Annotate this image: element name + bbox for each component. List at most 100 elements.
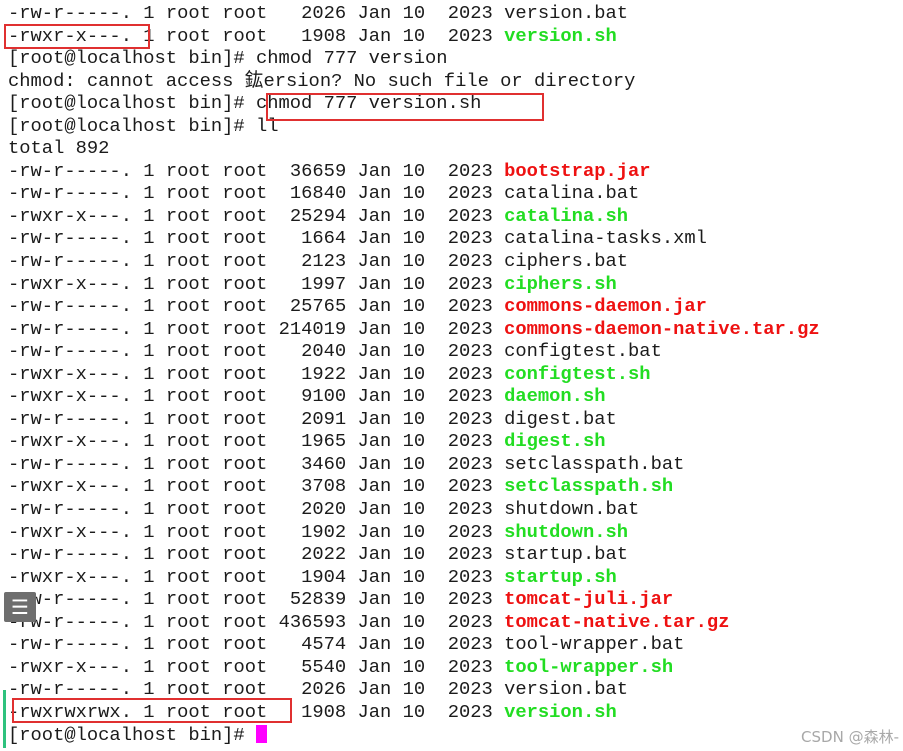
file-month: Jan bbox=[357, 610, 392, 633]
file-size: 1908 bbox=[301, 700, 347, 723]
file-owner: root bbox=[165, 24, 211, 47]
file-month: Jan bbox=[357, 385, 392, 408]
file-day: 10 bbox=[402, 204, 426, 227]
terminal-output[interactable]: -rw-r-----. 1 root root 2026 Jan 10 2023… bbox=[8, 2, 903, 746]
file-owner: root bbox=[165, 543, 211, 566]
file-permissions: -rwxr-x---. bbox=[8, 362, 132, 385]
file-permissions: -rwxr-x---. bbox=[8, 565, 132, 588]
file-listing-row: -rw-r-----. 1 root root 2040 Jan 10 2023… bbox=[8, 340, 903, 363]
file-link-count: 1 bbox=[143, 295, 155, 318]
terminal-text: [root@localhost bin]# chmod 777 version.… bbox=[8, 92, 482, 115]
file-listing-row: -rw-r-----. 1 root root 25765 Jan 10 202… bbox=[8, 295, 903, 318]
file-link-count: 1 bbox=[143, 565, 155, 588]
file-day: 10 bbox=[402, 520, 426, 543]
file-owner: root bbox=[165, 655, 211, 678]
file-owner: root bbox=[165, 588, 211, 611]
file-day: 10 bbox=[402, 385, 426, 408]
file-owner: root bbox=[165, 159, 211, 182]
file-group: root bbox=[222, 362, 268, 385]
file-link-count: 1 bbox=[143, 362, 155, 385]
file-link-count: 1 bbox=[143, 588, 155, 611]
menu-icon[interactable]: ☰ bbox=[4, 592, 36, 622]
file-permissions: -rwxr-x---. bbox=[8, 272, 132, 295]
file-group: root bbox=[222, 159, 268, 182]
file-permissions: -rwxr-x---. bbox=[8, 655, 132, 678]
file-month: Jan bbox=[357, 159, 392, 182]
file-owner: root bbox=[165, 430, 211, 453]
file-owner: root bbox=[165, 385, 211, 408]
file-name: digest.bat bbox=[504, 407, 617, 430]
file-name: tool-wrapper.sh bbox=[504, 655, 674, 678]
terminal-text: [root@localhost bin]# ll bbox=[8, 114, 279, 137]
file-name: catalina.bat bbox=[504, 182, 640, 205]
file-owner: root bbox=[165, 362, 211, 385]
terminal-text-line: [root@localhost bin]# ll bbox=[8, 115, 903, 138]
file-size: 2040 bbox=[301, 340, 347, 363]
file-day: 10 bbox=[402, 340, 426, 363]
file-link-count: 1 bbox=[143, 475, 155, 498]
file-group: root bbox=[222, 2, 268, 24]
file-day: 10 bbox=[402, 678, 426, 701]
file-day: 10 bbox=[402, 588, 426, 611]
file-name: tomcat-juli.jar bbox=[504, 588, 674, 611]
file-day: 10 bbox=[402, 182, 426, 205]
file-year: 2023 bbox=[447, 317, 493, 340]
terminal-text-line: total 892 bbox=[8, 137, 903, 160]
file-size: 1902 bbox=[301, 520, 347, 543]
file-size: 3708 bbox=[301, 475, 347, 498]
terminal-cursor bbox=[255, 724, 267, 743]
file-permissions: -rw-r-----. bbox=[8, 250, 132, 273]
file-listing-row: -rw-r-----. 1 root root 2022 Jan 10 2023… bbox=[8, 543, 903, 566]
file-day: 10 bbox=[402, 452, 426, 475]
file-link-count: 1 bbox=[143, 227, 155, 250]
file-listing-row: -rwxr-x---. 1 root root 1965 Jan 10 2023… bbox=[8, 430, 903, 453]
file-size: 1904 bbox=[301, 565, 347, 588]
file-month: Jan bbox=[357, 655, 392, 678]
file-name: setclasspath.bat bbox=[504, 452, 685, 475]
file-listing-row: -rwxrwxrwx. 1 root root 1908 Jan 10 2023… bbox=[8, 701, 903, 724]
file-group: root bbox=[222, 272, 268, 295]
file-year: 2023 bbox=[447, 362, 493, 385]
file-day: 10 bbox=[402, 475, 426, 498]
file-owner: root bbox=[165, 2, 211, 24]
file-link-count: 1 bbox=[143, 24, 155, 47]
file-size: 2020 bbox=[301, 498, 347, 521]
file-group: root bbox=[222, 543, 268, 566]
file-listing-row: -rw-r-----. 1 root root 16840 Jan 10 202… bbox=[8, 182, 903, 205]
file-link-count: 1 bbox=[143, 430, 155, 453]
file-month: Jan bbox=[357, 430, 392, 453]
file-listing-row: -rwxr-x---. 1 root root 5540 Jan 10 2023… bbox=[8, 656, 903, 679]
file-owner: root bbox=[165, 340, 211, 363]
file-name: setclasspath.sh bbox=[504, 475, 674, 498]
file-group: root bbox=[222, 700, 268, 723]
file-permissions: -rw-r-----. bbox=[8, 159, 132, 182]
file-year: 2023 bbox=[447, 385, 493, 408]
file-name: commons-daemon.jar bbox=[504, 295, 707, 318]
file-name: version.bat bbox=[504, 2, 629, 24]
file-year: 2023 bbox=[447, 430, 493, 453]
terminal-text-line: [root@localhost bin]# chmod 777 version.… bbox=[8, 92, 903, 115]
file-size: 4574 bbox=[301, 633, 347, 656]
file-link-count: 1 bbox=[143, 2, 155, 24]
file-month: Jan bbox=[357, 204, 392, 227]
file-month: Jan bbox=[357, 2, 392, 24]
file-year: 2023 bbox=[447, 543, 493, 566]
file-name: shutdown.sh bbox=[504, 520, 629, 543]
shell-prompt-line: [root@localhost bin]# bbox=[8, 724, 903, 747]
file-day: 10 bbox=[402, 407, 426, 430]
file-group: root bbox=[222, 204, 268, 227]
file-group: root bbox=[222, 24, 268, 47]
file-listing-row: -rw-r-----. 1 root root 436593 Jan 10 20… bbox=[8, 611, 903, 634]
file-month: Jan bbox=[357, 633, 392, 656]
file-name: catalina-tasks.xml bbox=[504, 227, 707, 250]
file-month: Jan bbox=[357, 588, 392, 611]
file-month: Jan bbox=[357, 407, 392, 430]
file-permissions: -rwxr-x---. bbox=[8, 430, 132, 453]
file-day: 10 bbox=[402, 295, 426, 318]
file-month: Jan bbox=[357, 340, 392, 363]
file-year: 2023 bbox=[447, 295, 493, 318]
file-day: 10 bbox=[402, 498, 426, 521]
file-permissions: -rw-r-----. bbox=[8, 317, 132, 340]
file-group: root bbox=[222, 340, 268, 363]
file-day: 10 bbox=[402, 159, 426, 182]
